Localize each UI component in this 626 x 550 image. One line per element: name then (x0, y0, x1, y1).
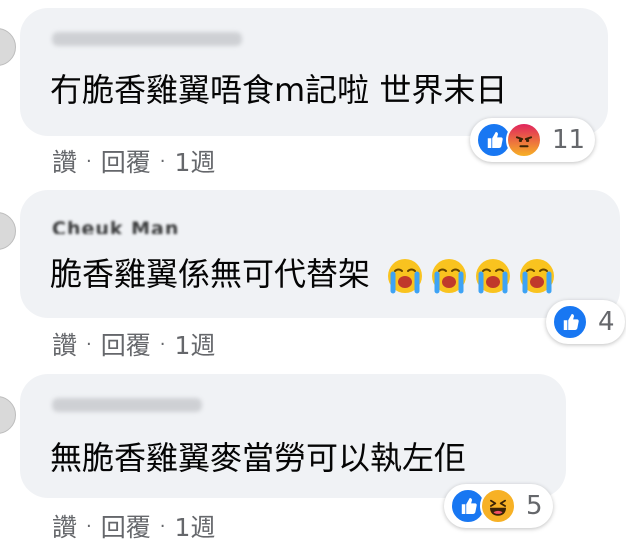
comment-actions: 讚 · 回覆 · 1週 (52, 143, 215, 179)
comment-actions: 讚 · 回覆 · 1週 (52, 508, 215, 544)
reaction-summary[interactable]: 11 (470, 118, 596, 162)
reply-link[interactable]: 回覆 (101, 508, 151, 544)
separator-dot: · (159, 334, 166, 355)
separator-dot: · (86, 516, 92, 537)
avatar[interactable] (0, 396, 16, 434)
separator-dot: · (86, 334, 92, 355)
comment-bubble (20, 190, 620, 318)
like-link[interactable]: 讚 (52, 143, 77, 179)
author-name-redacted[interactable] (52, 398, 202, 412)
author-name-redacted[interactable] (52, 32, 242, 46)
separator-dot: · (159, 516, 166, 537)
angry-icon (506, 122, 542, 158)
comment-text-content: 脆香雞翼係無可代替架 (50, 255, 371, 293)
author-name[interactable]: Cheuk Man (52, 218, 179, 234)
avatar[interactable] (0, 28, 16, 66)
reaction-count: 4 (598, 307, 615, 337)
like-link[interactable]: 讚 (52, 326, 77, 362)
comment-text: 無脆香雞翼麥當勞可以執左佢 (50, 439, 467, 477)
separator-dot: · (86, 151, 92, 172)
reply-link[interactable]: 回覆 (101, 326, 151, 362)
like-icon (552, 304, 588, 340)
comment-text: 冇脆香雞翼唔食m記啦 世界末日 (50, 71, 508, 109)
emoji-group (370, 255, 556, 295)
reaction-count: 11 (552, 125, 586, 155)
reply-link[interactable]: 回覆 (101, 143, 151, 179)
comment-text: 脆香雞翼係無可代替架 (50, 256, 556, 295)
timestamp-link[interactable]: 1週 (175, 143, 216, 179)
reaction-summary[interactable]: 4 (546, 300, 625, 344)
loudly-crying-face-icon (518, 257, 556, 295)
haha-icon (480, 488, 516, 524)
timestamp-link[interactable]: 1週 (175, 508, 216, 544)
loudly-crying-face-icon (430, 257, 468, 295)
avatar[interactable] (0, 212, 16, 250)
reaction-summary[interactable]: 5 (444, 484, 553, 528)
loudly-crying-face-icon (386, 257, 424, 295)
timestamp-link[interactable]: 1週 (175, 326, 216, 362)
comment-actions: 讚 · 回覆 · 1週 (52, 326, 215, 362)
reaction-count: 5 (526, 491, 543, 521)
comment-bubble (20, 374, 566, 498)
loudly-crying-face-icon (474, 257, 512, 295)
separator-dot: · (159, 151, 166, 172)
like-link[interactable]: 讚 (52, 508, 77, 544)
